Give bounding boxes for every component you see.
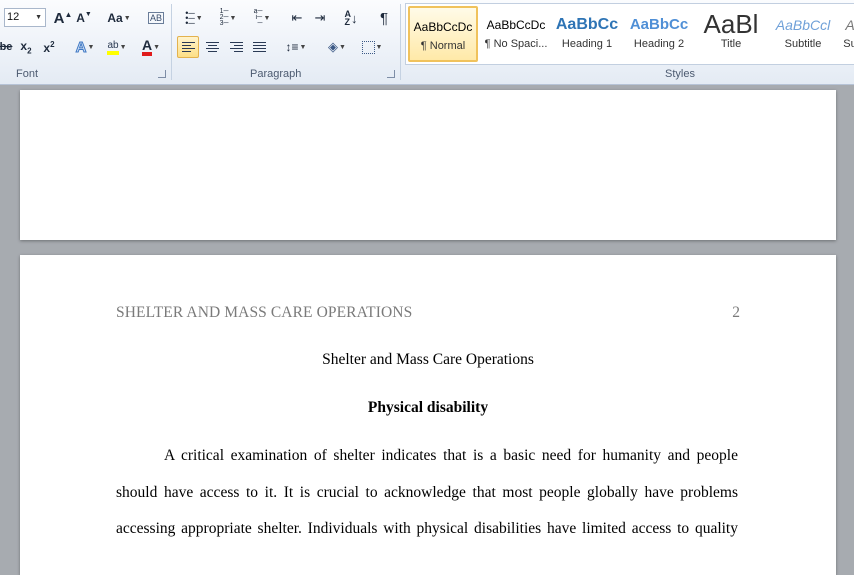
strikethrough-button[interactable]: be: [0, 37, 12, 57]
font-color-icon: A: [141, 38, 153, 56]
style-no-spacing[interactable]: AaBbCcDc ¶ No Spaci...: [481, 6, 551, 62]
align-center-icon: [205, 40, 219, 54]
increase-indent-icon: ⇥: [314, 10, 326, 25]
justify-button[interactable]: [249, 37, 269, 57]
align-right-icon: [229, 40, 243, 54]
styles-group-label: Styles: [665, 68, 695, 80]
style-no-spacing-preview: AaBbCcDc: [486, 18, 546, 32]
align-left-icon: [181, 40, 195, 54]
style-title-label: Title: [720, 38, 742, 50]
font-size-value: 12: [7, 11, 20, 23]
pilcrow-icon: ¶: [379, 9, 389, 27]
document-page-2[interactable]: SHELTER AND MASS CARE OPERATIONS 2 Shelt…: [20, 255, 836, 575]
style-subtle-preview: A: [845, 17, 854, 33]
style-subtitle-label: Subtitle: [784, 38, 822, 50]
document-title: Shelter and Mass Care Operations: [322, 351, 534, 368]
change-case-button[interactable]: Aa ▼: [106, 8, 132, 28]
borders-icon: [361, 40, 375, 54]
borders-button[interactable]: ▼: [357, 37, 387, 57]
highlighter-icon: ab: [107, 40, 119, 55]
grow-font-button[interactable]: A ▲: [52, 8, 74, 28]
style-heading-1-label: Heading 1: [561, 38, 613, 50]
style-subtle-emphasis[interactable]: A Su: [840, 6, 854, 62]
paragraph-group-label: Paragraph: [250, 68, 302, 80]
style-heading-2-preview: AaBbCc: [629, 16, 689, 33]
body-line: accessing appropriate shelter. Individua…: [116, 520, 738, 537]
font-size-box[interactable]: 12 ▼: [4, 8, 46, 27]
text-effects-icon: A: [75, 38, 87, 56]
style-heading-1[interactable]: AaBbCc Heading 1: [552, 6, 622, 62]
numbering-icon: 1─ 2─ 3─: [219, 8, 229, 27]
group-separator: [400, 4, 401, 80]
subscript-button[interactable]: x2: [17, 37, 35, 57]
multilevel-list-icon: a─ i─ ─: [253, 8, 263, 27]
style-heading-2[interactable]: AaBbCc Heading 2: [624, 6, 694, 62]
page-number: 2: [732, 304, 740, 321]
font-group-label: Font: [16, 68, 39, 80]
style-no-spacing-label: ¶ No Spaci...: [484, 38, 548, 50]
show-formatting-marks-button[interactable]: ¶: [374, 8, 394, 28]
ribbon: 12 ▼ A ▲ A ▼ Aa ▼ AB be x2 x2 A ▼ ab ▼ A ▼ Fon…: [0, 0, 854, 85]
styles-gallery[interactable]: AaBbCcDc ¶ Normal AaBbCcDc ¶ No Spaci...…: [405, 3, 854, 65]
style-heading-1-preview: AaBbCc: [555, 16, 619, 33]
bullets-icon: •─ •─ •─: [185, 7, 195, 28]
style-normal-label: ¶ Normal: [420, 40, 466, 52]
shading-button[interactable]: ◈ ▼: [322, 37, 352, 57]
sort-button[interactable]: A Z ↓: [340, 8, 362, 28]
align-center-button[interactable]: [202, 37, 222, 57]
numbering-button[interactable]: 1─ 2─ 3─ ▼: [214, 8, 242, 28]
style-subtitle[interactable]: AaBbCcl Subtitle: [768, 6, 838, 62]
superscript-button[interactable]: x2: [40, 37, 58, 57]
paint-bucket-icon: ◈: [328, 39, 339, 54]
bullets-button[interactable]: •─ •─ •─ ▼: [180, 8, 208, 28]
style-subtle-label: Su: [843, 38, 854, 50]
body-line: should have access to it. It is crucial …: [116, 484, 738, 501]
increase-indent-button[interactable]: ⇥: [310, 8, 330, 28]
shrink-font-button[interactable]: A ▼: [75, 8, 93, 28]
align-right-button[interactable]: [226, 37, 246, 57]
paragraph-dialog-launcher[interactable]: [387, 70, 395, 78]
justify-icon: [252, 40, 266, 54]
clear-formatting-button[interactable]: AB: [145, 8, 167, 28]
running-head: SHELTER AND MASS CARE OPERATIONS: [116, 304, 413, 321]
style-normal[interactable]: AaBbCcDc ¶ Normal: [408, 6, 478, 62]
font-color-button[interactable]: A ▼: [136, 37, 166, 57]
chevron-down-icon[interactable]: ▼: [35, 9, 42, 26]
decrease-indent-button[interactable]: ⇤: [287, 8, 307, 28]
line-spacing-button[interactable]: ↕≡ ▼: [282, 37, 310, 57]
text-effects-button[interactable]: A ▼: [72, 37, 98, 57]
body-line: A critical examination of shelter indica…: [164, 447, 738, 464]
document-page-1[interactable]: [20, 90, 836, 240]
group-separator: [171, 4, 172, 80]
multilevel-list-button[interactable]: a─ i─ ─ ▼: [248, 8, 276, 28]
font-dialog-launcher[interactable]: [158, 70, 166, 78]
decrease-indent-icon: ⇤: [291, 10, 303, 25]
clear-formatting-icon: AB: [147, 12, 164, 24]
style-title[interactable]: AaBl Title: [696, 6, 766, 62]
align-left-button[interactable]: [177, 36, 199, 58]
section-heading: Physical disability: [367, 399, 489, 416]
style-title-preview: AaBl: [703, 9, 759, 38]
style-heading-2-label: Heading 2: [633, 38, 685, 50]
highlight-button[interactable]: ab ▼: [102, 37, 132, 57]
line-spacing-icon: ↕≡: [285, 40, 299, 54]
style-normal-preview: AaBbCcDc: [413, 20, 473, 34]
style-subtitle-preview: AaBbCcl: [775, 17, 831, 33]
